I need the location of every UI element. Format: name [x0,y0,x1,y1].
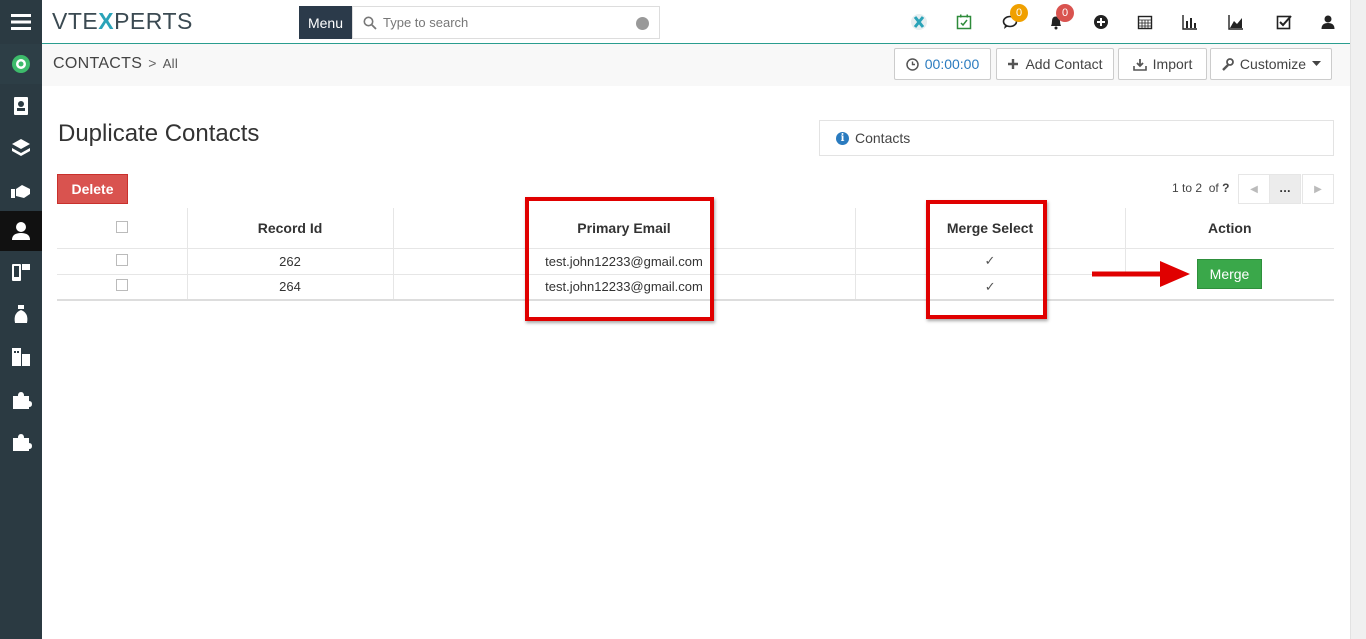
import-button[interactable]: Import [1118,48,1207,80]
hamburger-menu-icon[interactable] [0,2,42,42]
notification-count-badge: 0 [1056,4,1074,22]
vertical-scrollbar[interactable] [1350,0,1366,639]
timer-value: 00:00:00 [924,56,980,72]
vtexperts-x-icon[interactable] [909,12,929,32]
pager-total: ? [1222,181,1230,195]
buildings-icon[interactable] [0,337,42,377]
pager-info: 1 to 2 of ? [1172,181,1229,195]
task-checkbox-icon[interactable] [1274,12,1294,32]
red-arrow-annotation [1092,261,1190,287]
import-label: Import [1152,56,1193,72]
breadcrumb-module[interactable]: CONTACTS [53,55,142,72]
menu-button[interactable]: Menu [299,6,352,39]
merge-select-highlight-box [926,200,1047,319]
prev-page-button[interactable]: ◀ [1238,174,1270,204]
puzzle-extension-icon[interactable] [0,422,42,462]
module-label: Contacts [855,130,911,146]
breadcrumb-view[interactable]: All [163,56,178,71]
caret-down-icon [1312,61,1322,66]
select-all-header [57,208,188,249]
breadcrumb-separator: > [148,55,157,71]
home-icon[interactable] [0,44,42,84]
bell-icon[interactable]: 0 [1046,4,1074,32]
search-input[interactable] [383,15,633,30]
customize-dropdown[interactable]: Customize [1210,48,1332,80]
more-pages-button[interactable]: ... [1269,174,1301,204]
plus-circle-icon[interactable] [1091,12,1111,32]
handshake-icon[interactable] [0,170,42,210]
chevron-down-icon[interactable] [636,17,649,30]
merge-button[interactable]: Merge [1197,259,1262,289]
sub-header: CONTACTS > All 00:00:00 Add Contact Import… [42,44,1350,86]
row-select-cell [57,274,188,301]
download-icon [1132,58,1147,71]
delete-button[interactable]: Delete [57,174,128,204]
action-header: Action [1125,208,1334,249]
breadcrumb: CONTACTS > All [53,55,178,73]
bar-chart-icon[interactable] [1180,12,1200,32]
select-all-checkbox[interactable] [115,220,128,233]
timer-button[interactable]: 00:00:00 [894,48,991,80]
global-search[interactable] [352,6,660,39]
wrench-icon [1222,57,1234,71]
row-checkbox[interactable] [115,253,128,266]
vtexperts-logo[interactable]: VTEXPERTS [52,8,193,35]
calendar-check-icon[interactable] [954,12,974,32]
module-info-box: i Contacts [819,120,1334,156]
pager-range: 1 to 2 [1172,181,1203,195]
top-bar: VTEXPERTS Menu 0 0 [42,0,1350,44]
add-contact-button[interactable]: Add Contact [996,48,1114,80]
search-icon [363,16,377,30]
puzzle-icon[interactable] [0,380,42,420]
pager-of: of [1208,181,1219,195]
row-checkbox[interactable] [115,279,128,292]
contacts-person-icon[interactable] [0,211,42,251]
next-page-button[interactable]: ▶ [1302,174,1334,204]
row-select-cell [57,248,188,275]
plus-icon [1008,59,1019,69]
layers-icon[interactable] [0,128,42,168]
money-bag-icon[interactable] [0,294,42,334]
clock-icon [906,57,919,71]
customize-label: Customize [1239,56,1307,72]
page-title: Duplicate Contacts [58,120,260,147]
mobile-card-icon[interactable] [0,252,42,292]
address-book-icon[interactable] [0,86,42,126]
email-highlight-box [525,197,714,321]
area-chart-icon[interactable] [1226,12,1246,32]
add-contact-label: Add Contact [1025,56,1103,72]
info-icon: i [836,131,849,145]
sidebar [0,0,42,639]
calendar-icon[interactable] [1135,12,1155,32]
record-id-cell: 262 [187,248,394,275]
chat-icon[interactable]: 0 [1000,4,1028,32]
user-profile-icon[interactable] [1318,12,1338,32]
chat-count-badge: 0 [1010,4,1028,22]
record-id-cell: 264 [187,274,394,301]
record-id-header[interactable]: Record Id [187,208,394,249]
